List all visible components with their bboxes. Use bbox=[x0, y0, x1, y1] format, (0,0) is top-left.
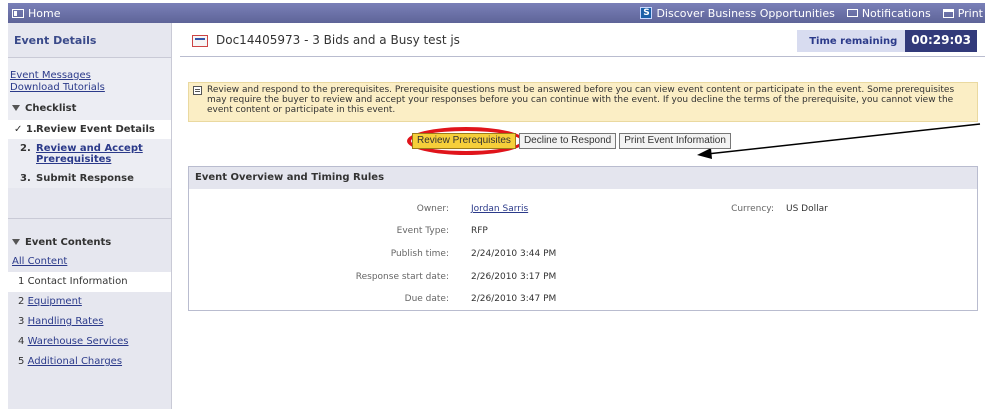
due-date-label: Due date: bbox=[404, 294, 449, 304]
page-title: Doc14405973 - 3 Bids and a Busy test js bbox=[216, 33, 460, 47]
checklist-item-review-event[interactable]: ✓ 1. Review Event Details bbox=[8, 120, 171, 139]
checklist-header: Checklist bbox=[8, 103, 171, 114]
currency-label: Currency: bbox=[731, 204, 774, 214]
content-num: 3 bbox=[18, 316, 25, 327]
event-details-box: Event Messages Download Tutorials Checkl… bbox=[8, 57, 171, 188]
checklist-label-2[interactable]: Review and Accept Prerequisites bbox=[36, 143, 143, 165]
sidebar: Event Details Event Messages Download Tu… bbox=[8, 23, 172, 409]
response-start-label: Response start date: bbox=[355, 272, 449, 282]
event-type-label: Event Type: bbox=[396, 226, 449, 236]
event-overview-title: Event Overview and Timing Rules bbox=[189, 167, 977, 189]
checklist-label-3: Submit Response bbox=[36, 173, 134, 184]
content-item-contact[interactable]: 1 Contact Information bbox=[8, 272, 171, 292]
content-label[interactable]: Equipment bbox=[28, 296, 82, 307]
checklist-label: Checklist bbox=[25, 103, 77, 114]
notifications-label: Notifications bbox=[861, 6, 931, 20]
review-prerequisites-button[interactable]: Review Prerequisites bbox=[412, 133, 516, 149]
content-num: 2 bbox=[18, 296, 25, 307]
action-buttons: Review Prerequisites Decline to Respond … bbox=[412, 133, 731, 149]
event-contents-header: Event Contents bbox=[8, 237, 171, 248]
due-date-value: 2/26/2010 3:47 PM bbox=[471, 294, 557, 304]
content-label[interactable]: Additional Charges bbox=[28, 356, 122, 367]
all-content-label[interactable]: All Content bbox=[12, 256, 67, 267]
home-icon bbox=[12, 8, 24, 18]
download-tutorials-link[interactable]: Download Tutorials bbox=[8, 82, 171, 94]
discover-icon: S bbox=[640, 7, 653, 19]
decline-to-respond-button[interactable]: Decline to Respond bbox=[518, 133, 617, 149]
content-num: 4 bbox=[18, 336, 25, 347]
checklist-num: ✓ 1. bbox=[14, 124, 37, 135]
content-item-additional[interactable]: 5 Additional Charges bbox=[8, 352, 171, 372]
publish-time-label: Publish time: bbox=[390, 249, 449, 259]
content-item-warehouse[interactable]: 4 Warehouse Services bbox=[8, 332, 171, 352]
content-label[interactable]: Handling Rates bbox=[28, 316, 104, 327]
discover-label: Discover Business Opportunities bbox=[656, 6, 835, 20]
print-label: Print bbox=[957, 6, 983, 20]
content-label: Contact Information bbox=[27, 276, 128, 287]
prerequisite-note: Review and respond to the prerequisites.… bbox=[188, 82, 978, 122]
sidebar-title: Event Details bbox=[14, 34, 97, 47]
checklist-item-submit[interactable]: 3. Submit Response bbox=[8, 169, 171, 188]
event-type-value: RFP bbox=[471, 226, 488, 236]
time-remaining-label: Time remaining bbox=[797, 30, 906, 52]
all-content-link[interactable]: All Content bbox=[8, 252, 171, 272]
document-icon bbox=[192, 35, 208, 47]
main-content: Doc14405973 - 3 Bids and a Busy test js … bbox=[180, 23, 985, 409]
triangle-down-icon bbox=[12, 239, 20, 245]
home-link[interactable]: Home bbox=[8, 7, 60, 20]
event-contents: Event Contents All Content 1 Contact Inf… bbox=[8, 218, 171, 372]
checklist-num: 2. bbox=[20, 143, 31, 154]
checklist-label-1: Review Event Details bbox=[36, 124, 155, 135]
triangle-down-icon bbox=[12, 105, 20, 111]
printer-icon bbox=[942, 8, 954, 18]
content-item-handling[interactable]: 3 Handling Rates bbox=[8, 312, 171, 332]
checklist-item-prerequisites[interactable]: 2. Review and Accept Prerequisites bbox=[8, 139, 171, 169]
publish-time-value: 2/24/2010 3:44 PM bbox=[471, 249, 557, 259]
event-contents-label: Event Contents bbox=[25, 237, 112, 248]
top-bar: Home S Discover Business Opportunities N… bbox=[8, 3, 985, 23]
print-event-information-button[interactable]: Print Event Information bbox=[619, 133, 731, 149]
checklist-num: 3. bbox=[20, 173, 31, 184]
note-icon bbox=[193, 86, 202, 95]
time-remaining-value: 00:29:03 bbox=[905, 30, 977, 52]
event-messages-link[interactable]: Event Messages bbox=[8, 70, 171, 82]
content-num: 5 bbox=[18, 356, 25, 367]
content-label[interactable]: Warehouse Services bbox=[28, 336, 129, 347]
envelope-icon bbox=[846, 9, 858, 17]
document-header: Doc14405973 - 3 Bids and a Busy test js … bbox=[180, 23, 985, 57]
prerequisite-note-text: Review and respond to the prerequisites.… bbox=[207, 85, 955, 115]
home-label: Home bbox=[28, 6, 61, 20]
content-item-equipment[interactable]: 2 Equipment bbox=[8, 292, 171, 312]
currency-value: US Dollar bbox=[786, 204, 828, 214]
owner-label: Owner: bbox=[416, 204, 449, 214]
discover-link[interactable]: S Discover Business Opportunities bbox=[640, 6, 835, 20]
notifications-link[interactable]: Notifications bbox=[846, 6, 931, 20]
content-num: 1 bbox=[18, 276, 25, 287]
response-start-value: 2/26/2010 3:17 PM bbox=[471, 272, 557, 282]
event-overview-panel: Event Overview and Timing Rules Owner: J… bbox=[188, 166, 978, 311]
owner-link[interactable]: Jordan Sarris bbox=[471, 204, 528, 214]
print-link[interactable]: Print bbox=[942, 6, 983, 20]
time-remaining: Time remaining 00:29:03 bbox=[797, 30, 977, 52]
